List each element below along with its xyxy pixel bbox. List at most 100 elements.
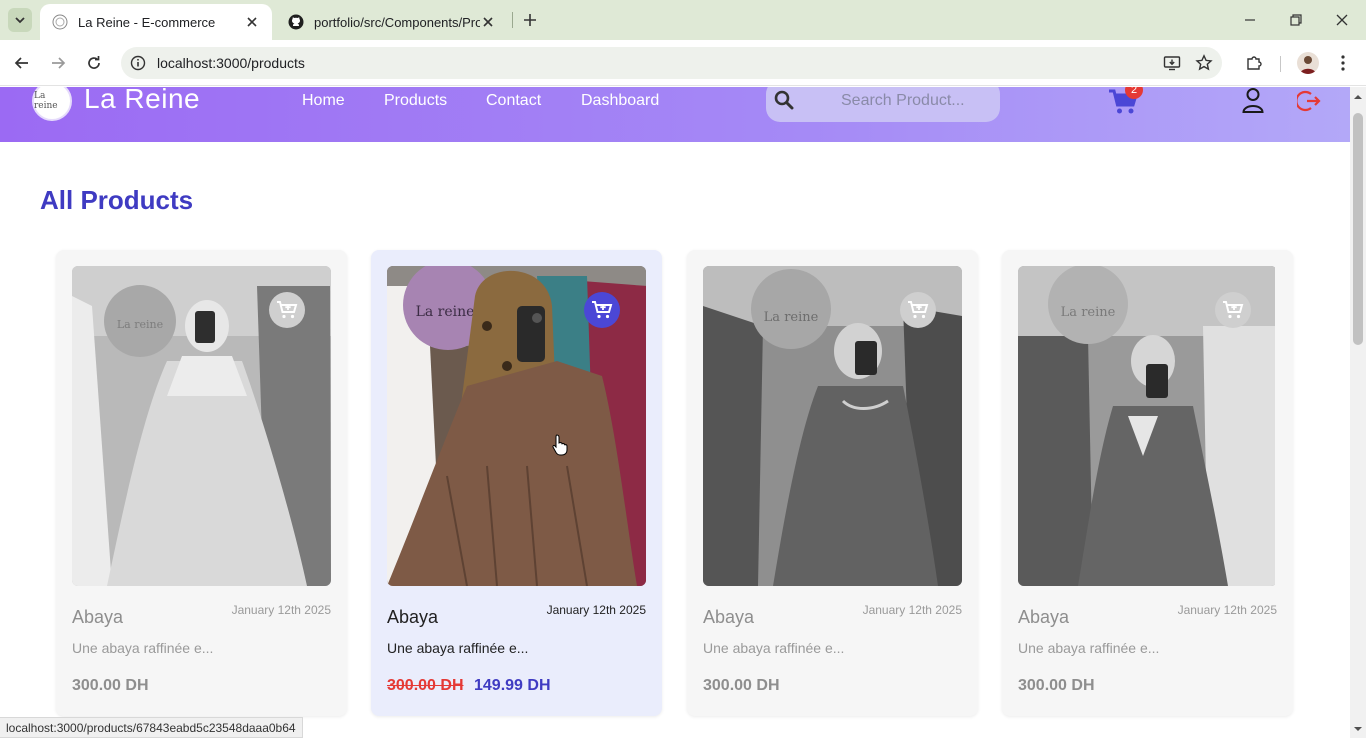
product-description: Une abaya raffinée e...	[72, 640, 214, 656]
product-price: 300.00 DH	[1018, 677, 1095, 694]
browser-tab-favicon	[52, 14, 68, 30]
browser-tab-inactive[interactable]: portfolio/src/Components/Proje	[276, 4, 508, 40]
product-card[interactable]: La reine Abaya January 12th 2025 Une aba…	[371, 250, 662, 716]
chevron-down-icon	[15, 17, 25, 24]
product-name[interactable]: Abaya	[72, 607, 123, 628]
nav-dashboard[interactable]: Dashboard	[581, 92, 659, 110]
puzzle-icon	[1247, 56, 1262, 70]
star-icon	[1195, 54, 1213, 71]
product-name[interactable]: Abaya	[387, 607, 438, 628]
cart-plus-icon	[908, 301, 929, 319]
product-image[interactable]: La reine	[387, 266, 646, 586]
avatar-icon	[1300, 56, 1316, 74]
product-image[interactable]: La reine	[1018, 266, 1277, 586]
close-icon	[1336, 14, 1348, 26]
browser-menu-button[interactable]	[1331, 51, 1355, 75]
product-name[interactable]: Abaya	[1018, 607, 1069, 628]
product-old-price: 300.00 DH	[387, 677, 464, 694]
toolbar-divider	[1280, 56, 1281, 72]
nav-home[interactable]: Home	[302, 92, 345, 110]
user-icon[interactable]	[1241, 87, 1265, 113]
logo-text: La reine	[34, 91, 58, 111]
product-date: January 12th 2025	[1177, 603, 1277, 617]
tab-close-icon[interactable]	[244, 14, 260, 30]
arrow-left-icon	[14, 57, 28, 69]
bookmark-button[interactable]	[1192, 51, 1216, 75]
address-url: localhost:3000/products	[157, 55, 305, 71]
scrollbar-thumb[interactable]	[1353, 113, 1363, 345]
browser-tab-active[interactable]: La Reine - E-commerce	[40, 4, 272, 40]
github-icon	[288, 14, 304, 30]
svg-text:La reine: La reine	[764, 310, 819, 325]
add-to-cart-button[interactable]	[584, 292, 620, 328]
tab-divider	[512, 12, 513, 28]
site-logo[interactable]: La reine	[32, 87, 72, 121]
svg-text:La reine: La reine	[117, 318, 163, 331]
hand-cursor-icon	[552, 434, 568, 456]
product-description: Une abaya raffinée e...	[1018, 640, 1160, 656]
minimize-button[interactable]	[1240, 10, 1260, 30]
reload-icon	[88, 56, 100, 69]
logout-icon[interactable]	[1297, 89, 1321, 113]
product-card[interactable]: La reine Abaya January 12th 2025 Une aba…	[1002, 250, 1293, 716]
tab-search-button[interactable]	[8, 8, 32, 32]
product-date: January 12th 2025	[862, 603, 962, 617]
browser-toolbar: localhost:3000/products	[0, 40, 1366, 86]
site-header: La reine La Reine Home Products Contact …	[0, 87, 1350, 142]
product-price: 300.00 DH	[703, 677, 780, 694]
install-app-button[interactable]	[1160, 51, 1184, 75]
cart-plus-icon	[592, 301, 613, 319]
forward-button[interactable]	[46, 51, 70, 75]
profile-avatar[interactable]	[1297, 52, 1319, 74]
add-to-cart-button[interactable]	[1215, 292, 1251, 328]
search-icon[interactable]	[774, 90, 794, 110]
install-app-icon	[1163, 56, 1181, 71]
tab-title: La Reine - E-commerce	[78, 14, 216, 30]
close-window-button[interactable]	[1332, 10, 1352, 30]
tab-close-icon[interactable]	[480, 14, 496, 30]
kebab-menu-icon	[1341, 55, 1345, 71]
restore-button[interactable]	[1286, 10, 1306, 30]
extensions-button[interactable]	[1242, 51, 1266, 75]
scroll-up-icon[interactable]	[1354, 93, 1362, 101]
browser-tab-bar: La Reine - E-commerce portfolio/src/Comp…	[0, 0, 1366, 40]
scroll-down-icon[interactable]	[1354, 725, 1362, 733]
page-viewport: La reine La Reine Home Products Contact …	[0, 87, 1350, 738]
product-name[interactable]: Abaya	[703, 607, 754, 628]
product-image[interactable]: La reine	[703, 266, 962, 586]
product-date: January 12th 2025	[231, 603, 331, 617]
svg-text:La reine: La reine	[1061, 305, 1116, 320]
address-bar[interactable]: localhost:3000/products	[121, 47, 1222, 79]
product-description: Une abaya raffinée e...	[387, 640, 529, 656]
product-card[interactable]: La reine Abaya January 12th 2025 Une aba…	[56, 250, 347, 716]
product-sale-price: 149.99 DH	[474, 677, 551, 694]
product-card[interactable]: La reine Abaya January 12th 2025 Une aba…	[687, 250, 978, 716]
product-price: 300.00 DH	[72, 677, 149, 694]
reload-button[interactable]	[82, 51, 106, 75]
nav-products[interactable]: Products	[384, 92, 447, 110]
page-title: All Products	[40, 185, 194, 215]
search-placeholder: Search Product...	[841, 92, 965, 109]
restore-icon	[1290, 14, 1302, 26]
minimize-icon	[1245, 19, 1255, 21]
product-image[interactable]: La reine	[72, 266, 331, 586]
plus-icon	[524, 14, 536, 26]
brand-name[interactable]: La Reine	[84, 87, 200, 115]
tab-title: portfolio/src/Components/Proje	[314, 14, 480, 30]
cart-plus-icon	[1223, 301, 1244, 319]
site-info-icon[interactable]	[130, 55, 146, 71]
cart-plus-icon	[277, 301, 298, 319]
link-status-bar: localhost:3000/products/67843eabd5c23548…	[0, 717, 303, 738]
add-to-cart-button[interactable]	[269, 292, 305, 328]
search-input[interactable]: Search Product...	[766, 87, 1000, 122]
arrow-right-icon	[52, 57, 66, 69]
back-button[interactable]	[10, 51, 34, 75]
svg-text:La reine: La reine	[416, 304, 475, 320]
cart-count-badge: 2	[1125, 87, 1143, 99]
product-date: January 12th 2025	[546, 603, 646, 617]
page-scrollbar[interactable]	[1350, 87, 1366, 738]
nav-contact[interactable]: Contact	[486, 92, 541, 110]
new-tab-button[interactable]	[520, 10, 540, 30]
add-to-cart-button[interactable]	[900, 292, 936, 328]
product-description: Une abaya raffinée e...	[703, 640, 845, 656]
